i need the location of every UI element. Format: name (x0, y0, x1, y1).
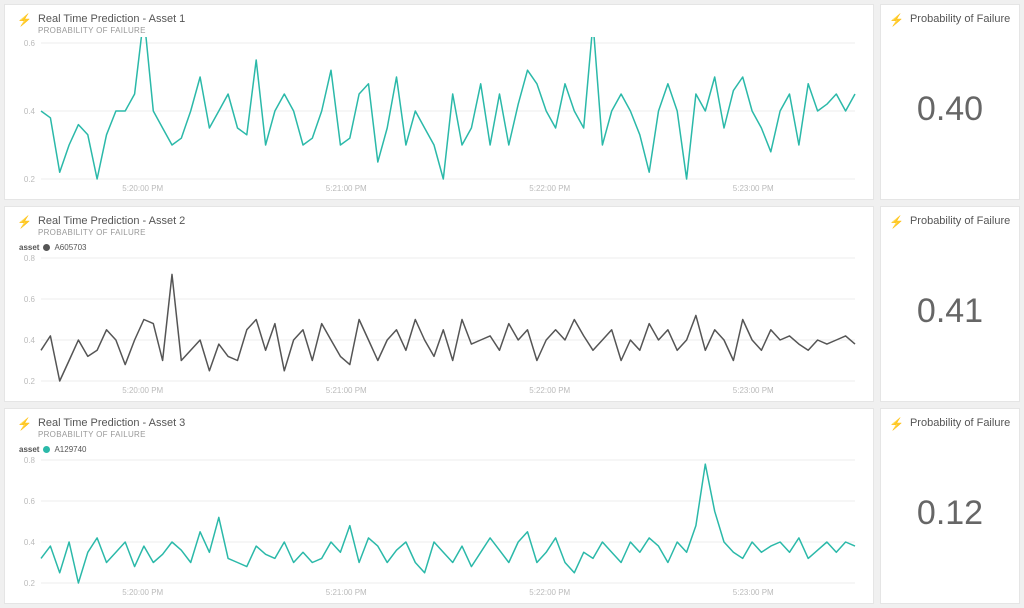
lightning-icon: ⚡ (889, 418, 904, 430)
svg-text:0.2: 0.2 (24, 579, 36, 588)
value-title: Probability of Failure (910, 215, 1010, 227)
lightning-icon: ⚡ (17, 14, 32, 26)
legend: asset A129740 (19, 445, 861, 454)
panel-header: ⚡ Real Time Prediction - Asset 1 PROBABI… (17, 13, 861, 35)
svg-text:5:22:00 PM: 5:22:00 PM (529, 386, 570, 395)
svg-text:5:20:00 PM: 5:20:00 PM (122, 184, 163, 193)
chart-panel-asset-1[interactable]: ⚡ Real Time Prediction - Asset 1 PROBABI… (4, 4, 874, 200)
chart-subtitle: PROBABILITY OF FAILURE (38, 430, 185, 439)
lightning-icon: ⚡ (17, 418, 32, 430)
legend-label: A129740 (54, 445, 86, 454)
svg-text:5:23:00 PM: 5:23:00 PM (733, 588, 774, 597)
svg-text:0.4: 0.4 (24, 107, 36, 116)
row-asset-2: ⚡ Real Time Prediction - Asset 2 PROBABI… (4, 206, 1020, 402)
svg-text:0.6: 0.6 (24, 295, 36, 304)
legend-key: asset (19, 445, 39, 454)
value-title: Probability of Failure (910, 13, 1010, 25)
value-title: Probability of Failure (910, 417, 1010, 429)
panel-header: ⚡ Real Time Prediction - Asset 2 PROBABI… (17, 215, 861, 237)
svg-text:0.2: 0.2 (24, 175, 36, 184)
value-panel-asset-2[interactable]: ⚡ Probability of Failure 0.41 (880, 206, 1020, 402)
probability-value: 0.12 (917, 494, 983, 533)
svg-text:0.4: 0.4 (24, 336, 36, 345)
chart-title: Real Time Prediction - Asset 3 (38, 417, 185, 429)
svg-text:5:22:00 PM: 5:22:00 PM (529, 184, 570, 193)
legend: asset A605703 (19, 243, 861, 252)
svg-text:5:22:00 PM: 5:22:00 PM (529, 588, 570, 597)
svg-text:5:23:00 PM: 5:23:00 PM (733, 184, 774, 193)
lightning-icon: ⚡ (889, 14, 904, 26)
svg-text:0.8: 0.8 (24, 254, 36, 263)
svg-text:5:21:00 PM: 5:21:00 PM (326, 386, 367, 395)
probability-value: 0.41 (917, 292, 983, 331)
row-asset-3: ⚡ Real Time Prediction - Asset 3 PROBABI… (4, 408, 1020, 604)
line-chart[interactable]: 0.2 0.4 0.6 5:20:00 PM 5:21:00 PM 5:22:00 PM 5… (17, 37, 861, 195)
legend-label: A605703 (54, 243, 86, 252)
svg-text:0.6: 0.6 (24, 497, 36, 506)
svg-text:0.8: 0.8 (24, 456, 36, 465)
lightning-icon: ⚡ (889, 216, 904, 228)
legend-key: asset (19, 243, 39, 252)
line-chart[interactable]: 0.2 0.4 0.6 0.8 5:20:00 PM 5:21:00 PM 5:22:00 … (17, 454, 861, 599)
value-panel-asset-3[interactable]: ⚡ Probability of Failure 0.12 (880, 408, 1020, 604)
svg-text:0.4: 0.4 (24, 538, 36, 547)
chart-panel-asset-3[interactable]: ⚡ Real Time Prediction - Asset 3 PROBABI… (4, 408, 874, 604)
value-panel-asset-1[interactable]: ⚡ Probability of Failure 0.40 (880, 4, 1020, 200)
row-asset-1: ⚡ Real Time Prediction - Asset 1 PROBABI… (4, 4, 1020, 200)
panel-header: ⚡ Real Time Prediction - Asset 3 PROBABI… (17, 417, 861, 439)
lightning-icon: ⚡ (17, 216, 32, 228)
svg-text:0.6: 0.6 (24, 39, 36, 48)
panel-header: ⚡ Probability of Failure (889, 215, 1010, 228)
svg-text:5:21:00 PM: 5:21:00 PM (326, 184, 367, 193)
svg-text:5:20:00 PM: 5:20:00 PM (122, 588, 163, 597)
panel-header: ⚡ Probability of Failure (889, 417, 1010, 430)
line-chart[interactable]: 0.2 0.4 0.6 0.8 5:20:00 PM 5:21:00 PM 5:22:00 … (17, 252, 861, 397)
legend-dot-icon (43, 244, 50, 251)
panel-header: ⚡ Probability of Failure (889, 13, 1010, 26)
dashboard: ⚡ Real Time Prediction - Asset 1 PROBABI… (0, 0, 1024, 608)
chart-subtitle: PROBABILITY OF FAILURE (38, 228, 185, 237)
chart-subtitle: PROBABILITY OF FAILURE (38, 26, 185, 35)
chart-title: Real Time Prediction - Asset 2 (38, 215, 185, 227)
svg-text:0.2: 0.2 (24, 377, 36, 386)
svg-text:5:23:00 PM: 5:23:00 PM (733, 386, 774, 395)
chart-title: Real Time Prediction - Asset 1 (38, 13, 185, 25)
legend-dot-icon (43, 446, 50, 453)
svg-text:5:20:00 PM: 5:20:00 PM (122, 386, 163, 395)
svg-text:5:21:00 PM: 5:21:00 PM (326, 588, 367, 597)
probability-value: 0.40 (917, 90, 983, 129)
chart-panel-asset-2[interactable]: ⚡ Real Time Prediction - Asset 2 PROBABI… (4, 206, 874, 402)
